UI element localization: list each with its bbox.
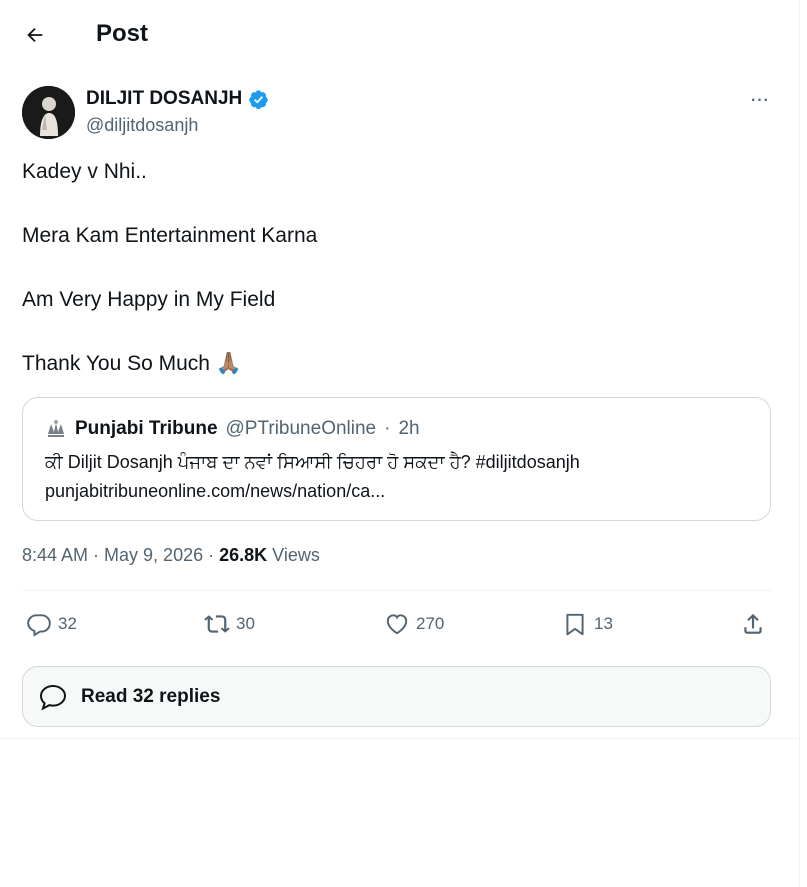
avatar[interactable]	[22, 86, 75, 139]
author-name[interactable]: DILJIT DOSANJH	[86, 88, 269, 110]
reply-button[interactable]: 32	[26, 606, 77, 642]
verified-badge-icon	[249, 89, 268, 109]
views-count: 26.8K	[219, 545, 268, 565]
divider	[22, 590, 772, 591]
like-count: 270	[416, 614, 445, 633]
avatar-image	[22, 86, 75, 139]
repost-icon	[204, 615, 230, 633]
more-options-button[interactable]: ···	[744, 86, 774, 112]
author-handle[interactable]: @diljitdosanjh	[86, 115, 198, 136]
post-page: Post DILJIT DOSANJH @diljitdosanjh ··· K…	[0, 0, 800, 887]
back-button[interactable]	[18, 18, 52, 52]
quoted-post-header: Punjabi Tribune @PTribuneOnline · 2h	[45, 418, 420, 440]
post-text-line: Am Very Happy in My Field	[22, 288, 276, 311]
like-button[interactable]: 270	[384, 606, 444, 642]
share-icon	[744, 613, 762, 634]
views-label: Views	[267, 545, 320, 565]
quoted-post-time[interactable]: 2h	[398, 418, 419, 440]
page-title: Post	[96, 20, 149, 47]
post-text-line: Kadey v Nhi..	[22, 160, 147, 183]
bookmark-button[interactable]: 13	[562, 606, 613, 642]
arrow-left-icon	[27, 27, 43, 43]
folded-hands-emoji: 🙏🏽	[215, 352, 242, 375]
bookmark-icon	[566, 613, 584, 636]
quoted-author-handle[interactable]: @PTribuneOnline	[226, 418, 377, 440]
quoted-post-text: ਕੀ Diljit Dosanjh ਪੰਜਾਬ ਦਾ ਨਵਾਂ ਸਿਆਸੀ ਚਿ…	[45, 452, 580, 472]
post-time[interactable]: 8:44 AM · May 9, 2026 ·	[22, 545, 219, 565]
author-name-text: DILJIT DOSANJH	[86, 88, 243, 109]
quoted-author-name[interactable]: Punjabi Tribune	[75, 418, 218, 440]
share-button[interactable]	[740, 606, 766, 642]
post-text-last: Thank You So Much	[22, 352, 210, 375]
repost-button[interactable]: 30	[204, 606, 255, 642]
punjabi-tribune-logo-icon	[46, 420, 66, 438]
reply-icon	[27, 614, 51, 637]
read-replies-button[interactable]: Read 32 replies	[22, 666, 771, 727]
chat-bubble-icon	[39, 684, 67, 711]
action-bar: 32 30 270 13	[22, 606, 772, 642]
bookmark-count: 13	[594, 614, 613, 633]
heart-icon	[386, 614, 408, 635]
post-text-line: Mera Kam Entertainment Karna	[22, 224, 318, 247]
repost-count: 30	[236, 614, 255, 633]
quoted-meta-separator: ·	[384, 418, 391, 439]
post-timestamp: 8:44 AM · May 9, 2026 · 26.8K Views	[22, 545, 320, 566]
divider	[0, 738, 800, 739]
more-horizontal-icon: ···	[749, 86, 770, 111]
post-text-line: Thank You So Much 🙏🏽	[22, 352, 242, 376]
reply-count: 32	[58, 614, 77, 633]
quoted-post-card[interactable]: Punjabi Tribune @PTribuneOnline · 2h ਕੀ …	[22, 397, 771, 521]
quoted-post-link[interactable]: punjabitribuneonline.com/news/nation/ca.…	[45, 481, 385, 502]
post-header: Post	[0, 0, 800, 70]
read-replies-label: Read 32 replies	[81, 685, 221, 707]
